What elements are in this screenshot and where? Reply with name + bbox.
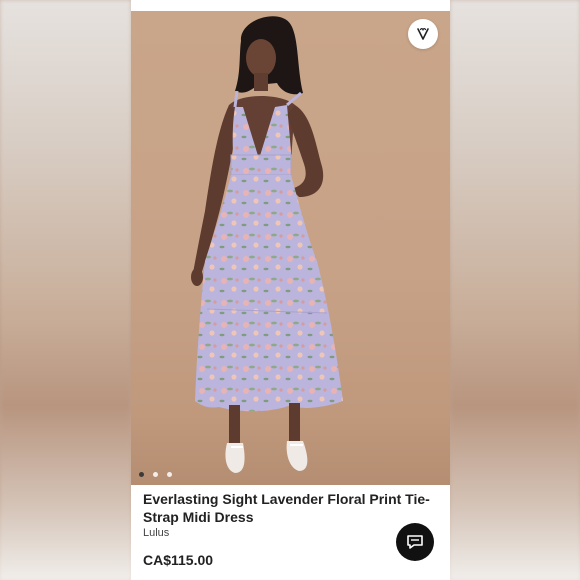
product-image[interactable] [131,11,450,485]
gallery-pagination [139,472,172,477]
gallery-dot-3[interactable] [167,472,172,477]
gallery-dot-1[interactable] [139,472,144,477]
like-button[interactable] [408,19,438,49]
gallery-dot-2[interactable] [153,472,158,477]
background-blur-right [450,0,580,580]
background-blur-left [0,0,131,580]
chat-button[interactable] [396,523,434,561]
chat-bubble-icon [407,535,423,549]
product-brand[interactable]: Lulus [143,527,169,539]
model-wearing-dress [191,16,343,473]
product-price: CA$115.00 [143,552,214,568]
product-title: Everlasting Sight Lavender Floral Print … [143,491,430,525]
heart-v-icon [417,28,429,40]
product-card: Everlasting Sight Lavender Floral Print … [131,0,450,580]
